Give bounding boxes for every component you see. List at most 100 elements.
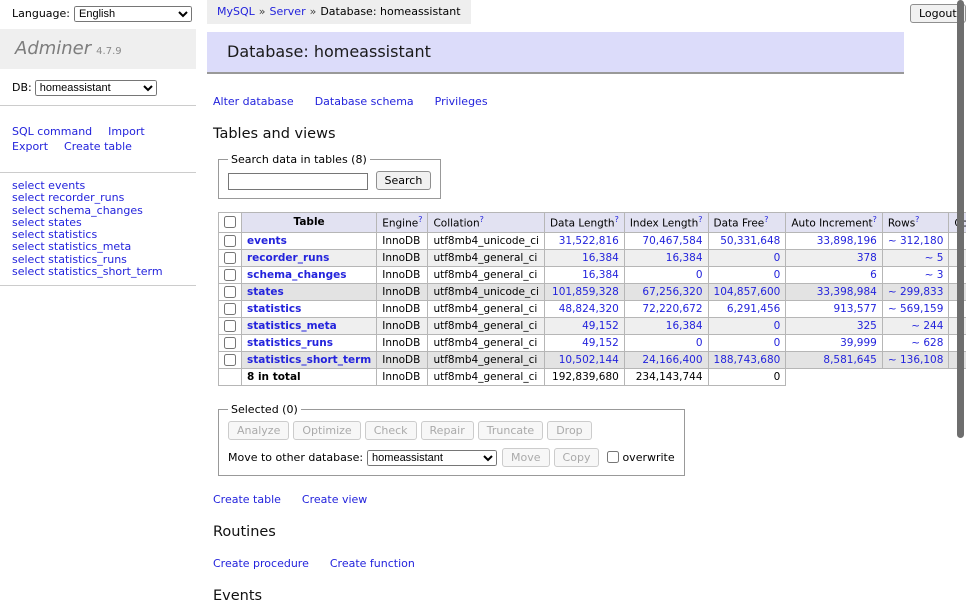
sidebar-action-link[interactable]: Export <box>12 139 48 154</box>
sidebar-table-link[interactable]: select states <box>12 216 82 229</box>
sidebar-table-link[interactable]: select statistics <box>12 228 97 241</box>
row-checkbox[interactable] <box>224 269 236 281</box>
total-cell-collation: utf8mb4_general_ci <box>428 368 544 385</box>
selected-fieldset: Selected (0) AnalyzeOptimizeCheckRepairT… <box>218 403 685 476</box>
table-cell-index_length: 72,220,672 <box>624 300 708 317</box>
row-checkbox[interactable] <box>224 235 236 247</box>
help-link[interactable]: ? <box>873 215 877 224</box>
sidebar-table-link[interactable]: select events <box>12 179 85 192</box>
list-item: select statistics_short_term <box>12 266 196 278</box>
breadcrumb-current: Database: homeassistant <box>320 5 460 18</box>
table-name-cell: recorder_runs <box>242 249 377 266</box>
table-name-link[interactable]: statistics <box>247 303 301 315</box>
vertical-scrollbar[interactable] <box>957 0 964 438</box>
row-checkbox[interactable] <box>224 337 236 349</box>
sidebar-table-link[interactable]: select schema_changes <box>12 204 143 217</box>
row-checkbox[interactable] <box>224 286 236 298</box>
table-cell-rows: ~ 3 <box>882 266 949 283</box>
divider <box>0 105 196 106</box>
help-link[interactable]: ? <box>698 215 702 224</box>
column-header-label: Collation <box>433 218 479 230</box>
tables-table: TableEngine?Collation?Data Length?Index … <box>218 212 966 386</box>
row-checkbox[interactable] <box>224 252 236 264</box>
row-checkbox-cell <box>219 300 242 317</box>
create-links: Create table Create view <box>213 493 959 506</box>
sidebar-table-link[interactable]: select statistics_short_term <box>12 265 163 278</box>
table-name-link[interactable]: recorder_runs <box>247 252 329 264</box>
select-all-checkbox[interactable] <box>224 216 236 228</box>
table-name-cell: statistics_runs <box>242 334 377 351</box>
database-action-link[interactable]: Database schema <box>315 95 414 108</box>
select-all-cell <box>219 213 242 233</box>
repair-button[interactable]: Repair <box>421 421 474 440</box>
db-label: DB: <box>12 81 32 94</box>
analyze-button[interactable]: Analyze <box>228 421 289 440</box>
sidebar-action-link[interactable]: Create table <box>64 139 132 154</box>
table-row: statistics_runsInnoDButf8mb4_general_ci4… <box>219 334 966 351</box>
sidebar-table-link[interactable]: select recorder_runs <box>12 191 124 204</box>
table-cell-data_free: 0 <box>708 249 786 266</box>
sidebar-table-link[interactable]: select statistics_meta <box>12 240 131 253</box>
table-cell-collation: utf8mb4_general_ci <box>428 351 544 368</box>
table-name-link[interactable]: statistics_runs <box>247 337 333 349</box>
row-checkbox[interactable] <box>224 303 236 315</box>
database-action-link[interactable]: Privileges <box>435 95 488 108</box>
row-checkbox-cell <box>219 317 242 334</box>
overwrite-checkbox[interactable] <box>607 451 619 463</box>
database-links: Alter database Database schema Privileges <box>213 95 959 108</box>
table-cell-index_length: 0 <box>624 334 708 351</box>
table-name-link[interactable]: states <box>247 286 284 298</box>
table-name-link[interactable]: statistics_meta <box>247 320 337 332</box>
table-cell-data_free: 0 <box>708 317 786 334</box>
column-header-label: Auto Increment <box>791 218 872 230</box>
breadcrumb-separator: » <box>259 5 266 18</box>
routine-link[interactable]: Create procedure <box>213 557 309 570</box>
language-select[interactable]: English <box>74 6 192 22</box>
table-name-link[interactable]: events <box>247 235 287 247</box>
table-cell-data_length: 49,152 <box>544 334 624 351</box>
table-cell-engine: InnoDB <box>377 249 428 266</box>
sidebar-action-link[interactable]: Import <box>108 124 145 139</box>
routine-link[interactable]: Create function <box>330 557 415 570</box>
check-button[interactable]: Check <box>365 421 417 440</box>
table-cell-engine: InnoDB <box>377 351 428 368</box>
table-name-link[interactable]: schema_changes <box>247 269 347 281</box>
truncate-button[interactable]: Truncate <box>478 421 543 440</box>
table-cell-auto_increment: 378 <box>786 249 883 266</box>
help-link[interactable]: ? <box>915 215 919 224</box>
total-empty-cell <box>786 368 966 385</box>
routines-heading: Routines <box>213 524 959 540</box>
row-checkbox-cell <box>219 334 242 351</box>
search-button[interactable]: Search <box>376 171 432 190</box>
move-button[interactable]: Move <box>502 448 550 467</box>
table-cell-index_length: 0 <box>624 266 708 283</box>
optimize-button[interactable]: Optimize <box>293 421 360 440</box>
sidebar-action-link[interactable]: SQL command <box>12 124 92 139</box>
sidebar-table-links: select eventsselect recorder_runsselect … <box>0 180 196 278</box>
table-name-link[interactable]: statistics_short_term <box>247 354 371 366</box>
breadcrumb-link[interactable]: MySQL <box>217 5 255 18</box>
table-cell-data_free: 6,291,456 <box>708 300 786 317</box>
help-link[interactable]: ? <box>615 215 619 224</box>
table-row: statesInnoDButf8mb4_unicode_ci101,859,32… <box>219 283 966 300</box>
column-header: Collation? <box>428 213 544 233</box>
help-link[interactable]: ? <box>418 215 422 224</box>
table-header-row: TableEngine?Collation?Data Length?Index … <box>219 213 966 233</box>
table-cell-data_length: 16,384 <box>544 266 624 283</box>
help-link[interactable]: ? <box>480 215 484 224</box>
row-checkbox[interactable] <box>224 320 236 332</box>
help-link[interactable]: ? <box>764 215 768 224</box>
row-checkbox[interactable] <box>224 354 236 366</box>
sidebar-table-link[interactable]: select statistics_runs <box>12 253 127 266</box>
drop-button[interactable]: Drop <box>547 421 591 440</box>
create-link[interactable]: Create table <box>213 493 281 506</box>
create-link[interactable]: Create view <box>302 493 367 506</box>
move-db-select[interactable]: homeassistant <box>367 450 497 466</box>
database-action-link[interactable]: Alter database <box>213 95 294 108</box>
breadcrumb-link[interactable]: Server <box>270 5 306 18</box>
copy-button[interactable]: Copy <box>554 448 600 467</box>
db-select[interactable]: homeassistant <box>35 80 157 96</box>
table-name-cell: statistics_short_term <box>242 351 377 368</box>
table-cell-collation: utf8mb4_general_ci <box>428 317 544 334</box>
search-input[interactable] <box>228 173 368 190</box>
